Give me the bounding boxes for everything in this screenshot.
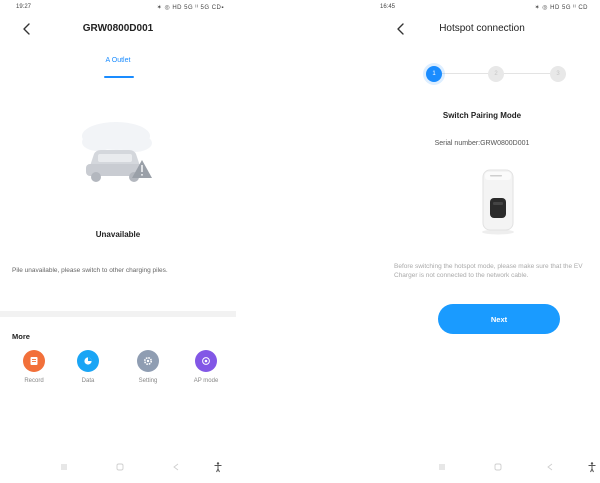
top-bar: GRW0800D001 [0, 20, 236, 40]
back-nav-icon[interactable] [170, 461, 182, 473]
step-connector [504, 73, 550, 74]
record-icon [23, 350, 45, 372]
more-item-label: Record [24, 378, 44, 384]
step-connector [442, 73, 488, 74]
more-item-record[interactable]: Record [9, 350, 59, 384]
more-item-ap-mode[interactable]: AP mode [181, 350, 231, 384]
top-bar: Hotspot connection [364, 20, 600, 40]
menu-icon[interactable] [58, 461, 70, 473]
status-bar: 19:27 ✶ ◎ HD 5G ᴵᴵ 5G CD▪ [16, 4, 224, 14]
ev-charger-device-image [482, 169, 514, 235]
accessibility-icon[interactable] [586, 461, 598, 473]
menu-icon[interactable] [436, 461, 448, 473]
next-button[interactable]: Next [438, 304, 560, 334]
status-time: 16:45 [380, 4, 396, 10]
section-divider [0, 311, 236, 317]
status-icons: ✶ ◎ HD 5G ᴵᴵ 5G CD▪ [156, 5, 224, 11]
status-icons: ✶ ◎ HD 5G ᴵᴵ CD [534, 5, 588, 11]
more-section-title: More [12, 332, 30, 341]
more-item-label: AP mode [193, 378, 219, 384]
status-bar: 16:45 ✶ ◎ HD 5G ᴵᴵ CD [380, 4, 588, 14]
tab-underline [104, 76, 134, 78]
unavailable-car-illustration [82, 122, 152, 182]
more-item-data[interactable]: Data [63, 350, 113, 384]
more-item-setting[interactable]: Setting [123, 350, 173, 384]
system-nav-bar [364, 459, 600, 475]
hotspot-connection-screen: 16:45 ✶ ◎ HD 5G ᴵᴵ CD Hotspot connection… [364, 0, 600, 483]
home-icon[interactable] [114, 461, 126, 473]
pairing-mode-title: Switch Pairing Mode [442, 111, 522, 120]
ap-mode-icon [195, 350, 217, 372]
system-nav-bar [0, 459, 236, 475]
pairing-instructions: Before switching the hotspot mode, pleas… [394, 263, 583, 279]
pairing-stepper: 1 2 3 [426, 64, 566, 84]
outlet-status-screen: 19:27 ✶ ◎ HD 5G ᴵᴵ 5G CD▪ GRW0800D001 A … [0, 0, 236, 483]
status-time: 19:27 [16, 4, 32, 10]
tab-a-outlet[interactable]: A Outlet [0, 57, 236, 64]
page-title: Hotspot connection [439, 23, 525, 34]
data-icon [77, 350, 99, 372]
serial-number: Serial number:GRW0800D001 [434, 140, 530, 147]
step-1: 1 [426, 66, 442, 82]
accessibility-icon[interactable] [212, 461, 224, 473]
more-item-label: Data [81, 378, 95, 384]
step-3: 3 [550, 66, 566, 82]
more-item-label: Setting [138, 378, 158, 384]
availability-status: Unavailable [95, 230, 141, 239]
step-2: 2 [488, 66, 504, 82]
page-title: GRW0800D001 [82, 23, 154, 34]
gear-icon [137, 350, 159, 372]
home-icon[interactable] [492, 461, 504, 473]
back-nav-icon[interactable] [544, 461, 556, 473]
unavailable-notice: Pile unavailable, please switch to other… [12, 267, 168, 274]
